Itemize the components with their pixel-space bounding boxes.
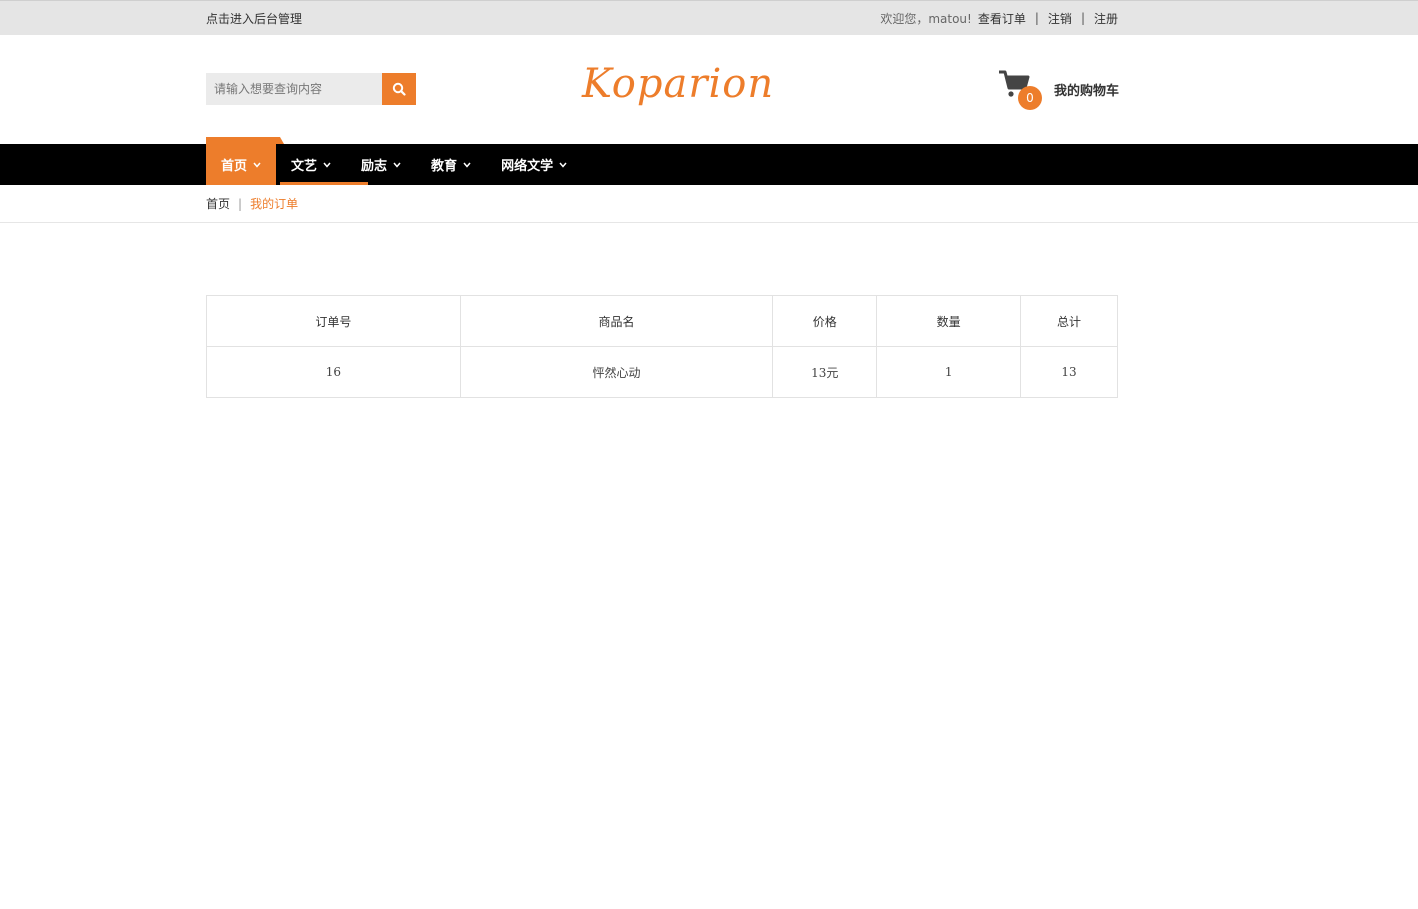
nav-item-arts[interactable]: 文艺 — [276, 144, 346, 185]
divider: | — [1034, 11, 1039, 25]
breadcrumb-home[interactable]: 首页 — [206, 195, 230, 212]
product-name-cell: 怦然心动 — [459, 346, 774, 398]
site-header: Koparion 0 我的购物车 — [0, 35, 1418, 144]
cart-count-badge: 0 — [1018, 86, 1042, 110]
orders-table: 订单号 商品名 价格 数量 总计 16 怦然心动 13元 1 13 — [206, 295, 1118, 398]
chevron-down-icon — [559, 162, 567, 168]
search-form — [206, 73, 416, 105]
cart[interactable]: 0 我的购物车 — [998, 69, 1119, 110]
nav-item-home[interactable]: 首页 — [206, 137, 285, 185]
chevron-down-icon — [253, 162, 261, 168]
site-logo[interactable]: Koparion — [582, 61, 774, 107]
table-header-row: 订单号 商品名 价格 数量 总计 — [206, 295, 1118, 347]
column-header-product-name: 商品名 — [459, 295, 774, 347]
search-input[interactable] — [206, 73, 382, 105]
chevron-down-icon — [463, 162, 471, 168]
admin-link[interactable]: 点击进入后台管理 — [206, 10, 302, 27]
nav-item-label: 网络文学 — [501, 159, 554, 174]
nav-item-label: 首页 — [221, 159, 248, 174]
column-header-total: 总计 — [1020, 295, 1118, 347]
divider: | — [1080, 11, 1085, 25]
column-header-price: 价格 — [772, 295, 878, 347]
nav-item-label: 文艺 — [291, 159, 318, 174]
nav-item-web-literature[interactable]: 网络文学 — [486, 144, 582, 185]
logout-link[interactable]: 注销 — [1048, 10, 1072, 27]
breadcrumb: 首页 | 我的订单 — [0, 185, 1418, 223]
search-button[interactable] — [382, 73, 416, 105]
quantity-cell: 1 — [876, 346, 1022, 398]
order-id-cell: 16 — [206, 346, 461, 398]
search-icon — [392, 82, 406, 96]
nav-item-label: 励志 — [361, 159, 388, 174]
nav-item-inspiration[interactable]: 励志 — [346, 144, 416, 185]
column-header-order-id: 订单号 — [206, 295, 461, 347]
breadcrumb-current: 我的订单 — [250, 197, 299, 211]
main-nav: 首页 文艺 励志 教育 网络文学 — [0, 137, 1418, 185]
total-cell: 13 — [1020, 346, 1118, 398]
orders-section: 订单号 商品名 价格 数量 总计 16 怦然心动 13元 1 13 — [206, 295, 1118, 398]
view-orders-link[interactable]: 查看订单 — [978, 10, 1026, 27]
cart-icon-wrap: 0 — [998, 69, 1044, 110]
price-cell: 13元 — [772, 346, 878, 398]
user-links: 欢迎您，matou! 查看订单 | 注销 | 注册 — [880, 10, 1118, 27]
breadcrumb-separator: | — [238, 196, 243, 211]
register-link[interactable]: 注册 — [1094, 10, 1118, 27]
welcome-text: 欢迎您，matou! — [880, 11, 972, 26]
column-header-quantity: 数量 — [876, 295, 1022, 347]
chevron-down-icon — [393, 162, 401, 168]
table-row: 16 怦然心动 13元 1 13 — [206, 346, 1118, 398]
cart-label[interactable]: 我的购物车 — [1054, 80, 1119, 99]
nav-item-education[interactable]: 教育 — [416, 144, 486, 185]
top-bar: 点击进入后台管理 欢迎您，matou! 查看订单 | 注销 | 注册 — [0, 0, 1418, 35]
nav-item-label: 教育 — [431, 159, 458, 174]
chevron-down-icon — [323, 162, 331, 168]
